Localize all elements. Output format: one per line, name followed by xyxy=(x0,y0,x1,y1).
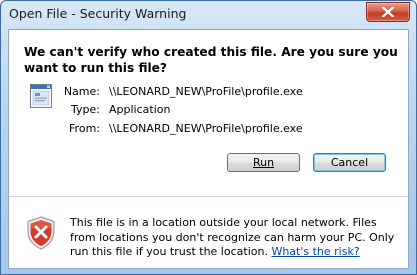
security-warning-window: Open File - Security Warning We can't ve… xyxy=(0,0,417,275)
field-label-type: Type: xyxy=(71,103,100,116)
close-icon xyxy=(382,7,394,17)
field-label-name: Name: xyxy=(63,85,100,98)
run-button[interactable]: Run xyxy=(227,153,300,172)
field-value-type: Application xyxy=(109,103,171,116)
run-button-label: Run xyxy=(252,156,275,169)
field-label-from: From: xyxy=(69,122,100,135)
risk-link[interactable]: What's the risk? xyxy=(271,245,359,258)
close-button[interactable] xyxy=(366,2,410,22)
dialog-content: We can't verify who created this file. A… xyxy=(8,29,409,269)
field-value-name: \\LEONARD_NEW\ProFile\profile.exe xyxy=(109,85,303,98)
security-question: We can't verify who created this file. A… xyxy=(24,45,398,75)
field-value-from: \\LEONARD_NEW\ProFile\profile.exe xyxy=(109,122,303,135)
cancel-button[interactable]: Cancel xyxy=(313,153,386,172)
window-title: Open File - Security Warning xyxy=(9,6,187,21)
title-bar[interactable]: Open File - Security Warning xyxy=(1,1,416,27)
shield-warning-icon xyxy=(27,216,55,250)
warning-message: This file is in a location outside your … xyxy=(70,216,395,260)
separator xyxy=(9,196,408,197)
